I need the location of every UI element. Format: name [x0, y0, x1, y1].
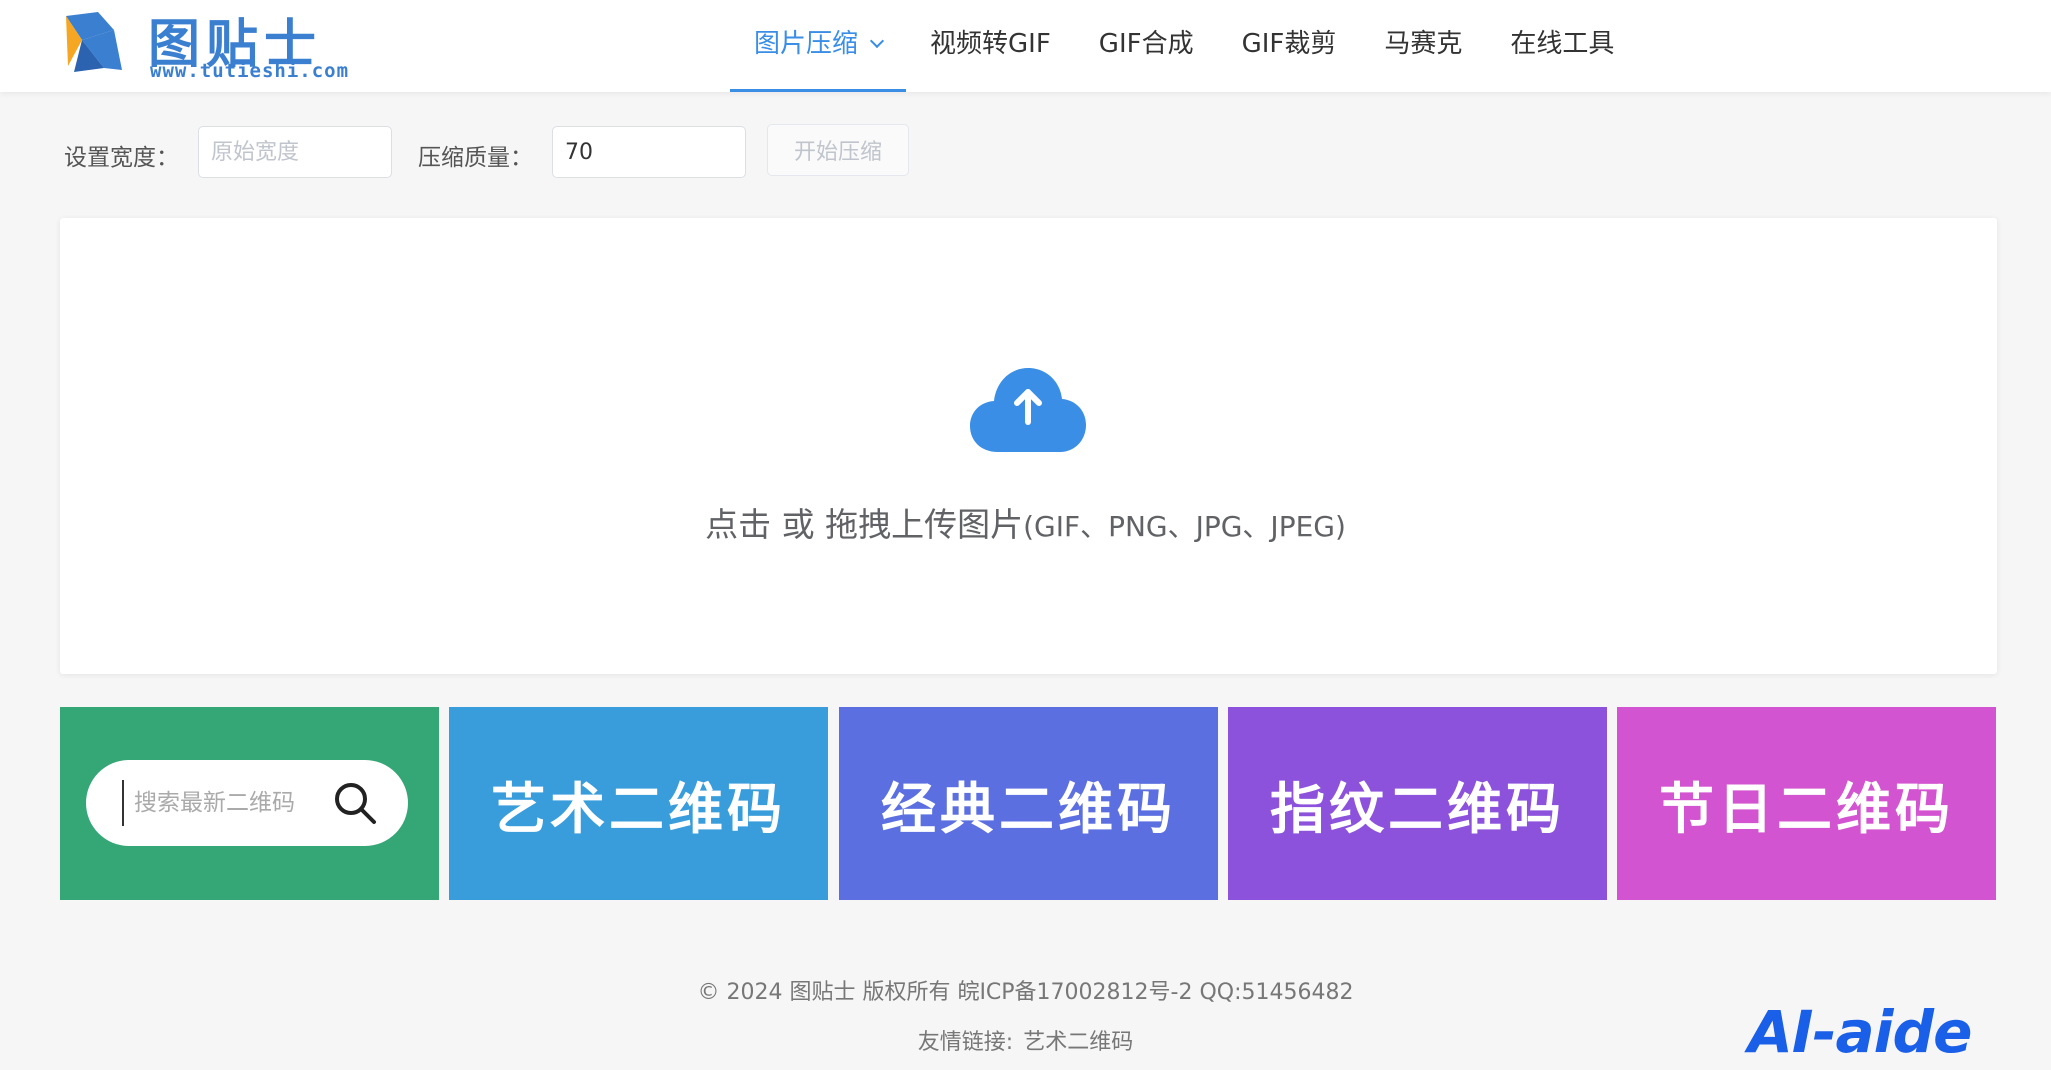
site-logo[interactable]: 图贴士 www.tutieshi.com: [64, 6, 364, 86]
nav-item-mosaic[interactable]: 马赛克: [1360, 0, 1486, 92]
tile-label: 经典二维码: [880, 776, 1176, 841]
chevron-down-icon: [869, 33, 885, 49]
nav-item-label: 在线工具: [1510, 29, 1615, 59]
qr-search-input[interactable]: [134, 780, 334, 826]
logo-mark-icon: [66, 12, 122, 72]
tile-label: 指纹二维码: [1269, 776, 1565, 841]
search-tile: [60, 707, 439, 900]
nav-item-label: 马赛克: [1384, 29, 1463, 59]
quality-label: 压缩质量：: [418, 145, 533, 171]
width-label: 设置宽度：: [64, 145, 179, 171]
nav-item-label: 图片压缩: [754, 29, 859, 59]
nav-item-label: GIF合成: [1098, 29, 1194, 59]
nav-item-online-tools[interactable]: 在线工具: [1486, 0, 1638, 92]
upload-formats: (GIF、PNG、JPG、JPEG): [1023, 510, 1346, 543]
text-caret: [122, 780, 124, 826]
tile-label: 艺术二维码: [490, 776, 786, 841]
nav-item-label: 视频转GIF: [930, 29, 1051, 59]
footer-links-label: 友情链接:: [917, 1030, 1014, 1055]
tile-label: 节日二维码: [1658, 776, 1954, 841]
tile-art-qr[interactable]: 艺术二维码: [449, 707, 828, 900]
tile-classic-qr[interactable]: 经典二维码: [839, 707, 1218, 900]
tile-holiday-qr[interactable]: 节日二维码: [1617, 707, 1996, 900]
tile-fingerprint-qr[interactable]: 指纹二维码: [1228, 707, 1607, 900]
nav-item-gif-compose[interactable]: GIF合成: [1075, 0, 1218, 92]
nav-item-label: GIF裁剪: [1241, 29, 1337, 59]
watermark-logo: AI-aide: [1748, 998, 1972, 1066]
qr-search-box[interactable]: [86, 760, 408, 846]
cloud-upload-icon: [970, 368, 1086, 452]
start-compress-button[interactable]: 开始压缩: [767, 124, 909, 176]
width-input[interactable]: [198, 126, 392, 178]
site-header: 图贴士 www.tutieshi.com 图片压缩 视频转GIF GIF合成 G…: [0, 0, 2051, 92]
quality-input[interactable]: [552, 126, 746, 178]
main-nav: 图片压缩 视频转GIF GIF合成 GIF裁剪 马赛克 在线工具: [730, 0, 1638, 92]
footer-link-art-qr[interactable]: 艺术二维码: [1023, 1030, 1133, 1055]
footer-copyright: © 2024 图贴士 版权所有 皖ICP备17002812号-2 QQ:5145…: [697, 980, 1354, 1005]
nav-item-gif-crop[interactable]: GIF裁剪: [1218, 0, 1361, 92]
nav-item-video-to-gif[interactable]: 视频转GIF: [906, 0, 1075, 92]
nav-item-image-compress[interactable]: 图片压缩: [730, 0, 907, 92]
upload-hint-text: 点击 或 拖拽上传图片: [705, 505, 1024, 544]
footer-links: 友情链接: 艺术二维码: [0, 1024, 2051, 1056]
logo-subtitle: www.tutieshi.com: [150, 60, 350, 82]
upload-hint: 点击 或 拖拽上传图片(GIF、PNG、JPG、JPEG): [0, 498, 2051, 546]
search-icon[interactable]: [332, 780, 378, 826]
